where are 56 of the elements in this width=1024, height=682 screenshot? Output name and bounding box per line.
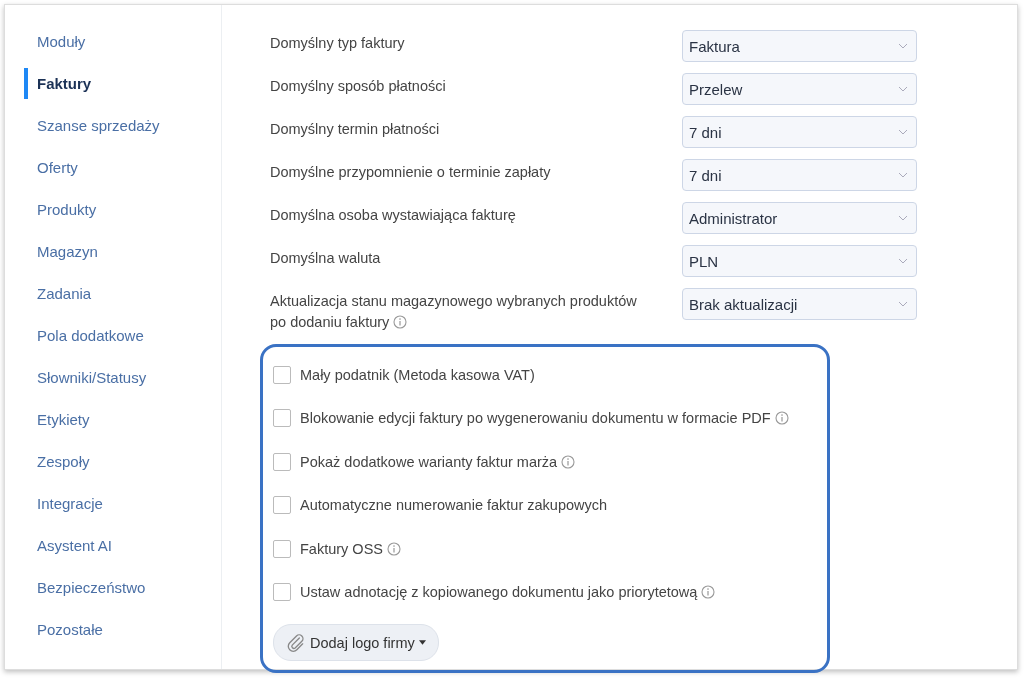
dropdown[interactable]: Administrator xyxy=(682,202,917,234)
checkbox[interactable] xyxy=(273,496,291,515)
paperclip-icon xyxy=(286,632,306,653)
sidebar-item[interactable]: Produkty xyxy=(24,194,221,225)
setting-label: Domyślna osoba wystawiająca fakturę xyxy=(270,206,517,225)
setting-label: Domyślny sposób płatności xyxy=(270,77,447,96)
checkbox-label: Pokaż dodatkowe warianty faktur marża xyxy=(300,453,576,470)
chevron-down-icon xyxy=(898,43,908,49)
dropdown[interactable]: PLN xyxy=(682,245,917,277)
sidebar-item[interactable]: Szanse sprzedaży xyxy=(24,110,221,141)
dropdown[interactable]: Przelew xyxy=(682,73,917,105)
chevron-down-icon xyxy=(898,258,908,264)
dropdown[interactable]: 7 dni xyxy=(682,116,917,148)
sidebar-item[interactable]: Oferty xyxy=(24,152,221,183)
sidebar-item[interactable]: Bezpieczeństwo xyxy=(24,572,221,603)
chevron-down-icon xyxy=(898,129,908,135)
add-logo-button[interactable]: Dodaj logo firmy xyxy=(273,624,439,661)
info-icon xyxy=(387,541,401,556)
chevron-down-icon xyxy=(898,301,908,307)
setting-label: Domyślny termin płatności xyxy=(270,120,441,139)
sidebar-item[interactable]: Asystent AI xyxy=(24,530,221,561)
sidebar-item[interactable]: Pozostałe xyxy=(24,614,221,645)
checkbox[interactable] xyxy=(273,452,291,471)
info-icon xyxy=(701,585,716,600)
sidebar-item[interactable]: Słowniki/Statusy xyxy=(24,362,221,393)
checkbox-label: Blokowanie edycji faktury po wygenerowaniu dokumentu w formacie PDF xyxy=(300,410,789,427)
sidebar-item[interactable]: Integracje xyxy=(24,488,221,519)
sidebar-item[interactable]: Pola dodatkowe xyxy=(24,320,221,351)
checkbox[interactable] xyxy=(273,365,291,384)
chevron-down-icon xyxy=(898,215,908,221)
sidebar-item[interactable]: Zadania xyxy=(24,278,221,309)
checkbox-label: Mały podatnik (Metoda kasowa VAT) xyxy=(300,366,535,383)
sidebar-item[interactable]: Magazyn xyxy=(24,236,221,267)
dropdown[interactable]: Brak aktualizacji xyxy=(682,288,917,320)
checkbox-label: Faktury OSS xyxy=(300,540,401,557)
setting-label: Domyślny typ faktury xyxy=(270,34,406,53)
checkbox-label: Ustaw adnotację z kopiowanego dokumentu jako priorytetową xyxy=(300,584,716,601)
checkbox[interactable] xyxy=(273,539,291,558)
setting-label: Aktualizacja stanu magazynowego wybranych produktów po dodaniu faktury xyxy=(270,292,638,332)
sidebar-item[interactable]: Moduły xyxy=(24,26,221,57)
sidebar-item[interactable]: Etykiety xyxy=(24,404,221,435)
chevron-down-icon xyxy=(898,172,908,178)
dropdown[interactable]: 7 dni xyxy=(682,159,917,191)
checkbox[interactable] xyxy=(273,409,291,428)
sidebar-item[interactable]: Faktury xyxy=(24,68,221,99)
setting-label: Domyślna waluta xyxy=(270,249,382,268)
info-icon xyxy=(561,454,576,469)
dropdown[interactable]: Faktura xyxy=(682,30,917,62)
checkbox[interactable] xyxy=(273,583,291,602)
caret-icon xyxy=(418,640,426,645)
chevron-down-icon xyxy=(898,86,908,92)
info-icon xyxy=(774,411,789,426)
info-icon xyxy=(393,315,408,329)
setting-label: Domyślne przypomnienie o terminie zapłaty xyxy=(270,163,552,182)
sidebar-item[interactable]: Zespoły xyxy=(24,446,221,477)
checkbox-label: Automatyczne numerowanie faktur zakupowych xyxy=(300,497,608,514)
